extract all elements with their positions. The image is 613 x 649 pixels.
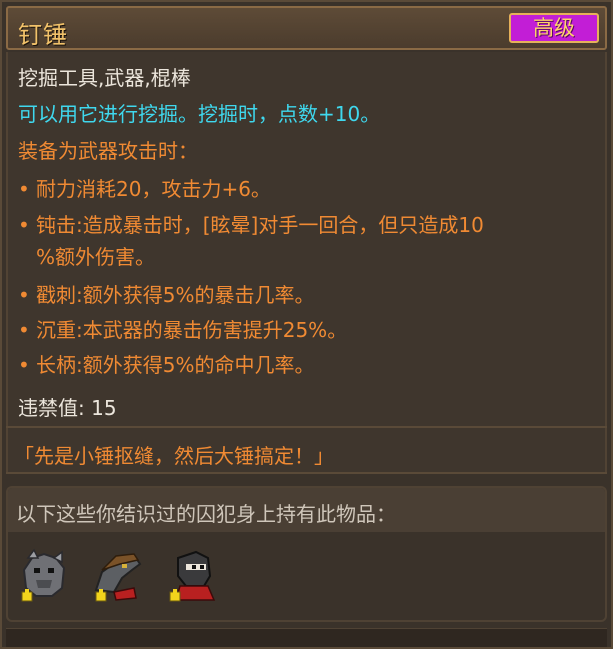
weapon-header: 装备为武器攻击时：: [18, 139, 198, 163]
bullet-dot-icon: •: [18, 213, 30, 237]
bottom-strip: [6, 628, 607, 647]
perk-line: • 沉重:本武器的暴击伤害提升25%。: [18, 318, 348, 342]
owners-header: 以下这些你结识过的囚犯身上持有此物品：: [8, 488, 605, 532]
bullet-dot-icon: •: [18, 177, 30, 201]
dig-description: 可以用它进行挖掘。挖掘时，点数+10。: [18, 102, 381, 126]
owners-label: 以下这些你结识过的囚犯身上持有此物品：: [16, 502, 396, 526]
divider: [6, 426, 607, 428]
owners-panel: 以下这些你结识过的囚犯身上持有此物品：: [6, 486, 607, 622]
item-category: 挖掘工具,武器,棍棒: [18, 66, 191, 90]
perk-line-continued: %额外伤害。: [36, 245, 156, 269]
stat-line: • 耐力消耗20，攻击力+6。: [18, 177, 271, 201]
perk-line: • 长柄:额外获得5%的命中几率。: [18, 353, 315, 377]
item-tooltip: 钉锤 高级 挖掘工具,武器,棍棒 可以用它进行挖掘。挖掘时，点数+10。 装备为…: [0, 0, 613, 649]
perk-line: • 戳刺:额外获得5%的暴击几率。: [18, 283, 315, 307]
bullet-dot-icon: •: [18, 318, 30, 342]
bullet-dot-icon: •: [18, 353, 30, 377]
rhino-prisoner-portrait-icon[interactable]: [18, 548, 70, 604]
bullet-dot-icon: •: [18, 283, 30, 307]
crocodile-prisoner-portrait-icon[interactable]: [92, 548, 144, 604]
rarity-badge: 高级: [509, 13, 599, 43]
contraband-value: 违禁值: 15: [18, 396, 117, 420]
divider: [6, 472, 607, 474]
item-details: 挖掘工具,武器,棍棒 可以用它进行挖掘。挖掘时，点数+10。 装备为武器攻击时：…: [6, 52, 607, 472]
item-name: 钉锤: [18, 21, 68, 49]
flavor-text: 「先是小锤抠缝，然后大锤搞定！」: [14, 444, 334, 468]
tooltip-header: 钉锤 高级: [6, 6, 607, 50]
perk-line: • 钝击:造成暴击时，[眩晕]对手一回合，但只造成10: [18, 213, 484, 237]
masked-prisoner-portrait-icon[interactable]: [166, 548, 218, 604]
